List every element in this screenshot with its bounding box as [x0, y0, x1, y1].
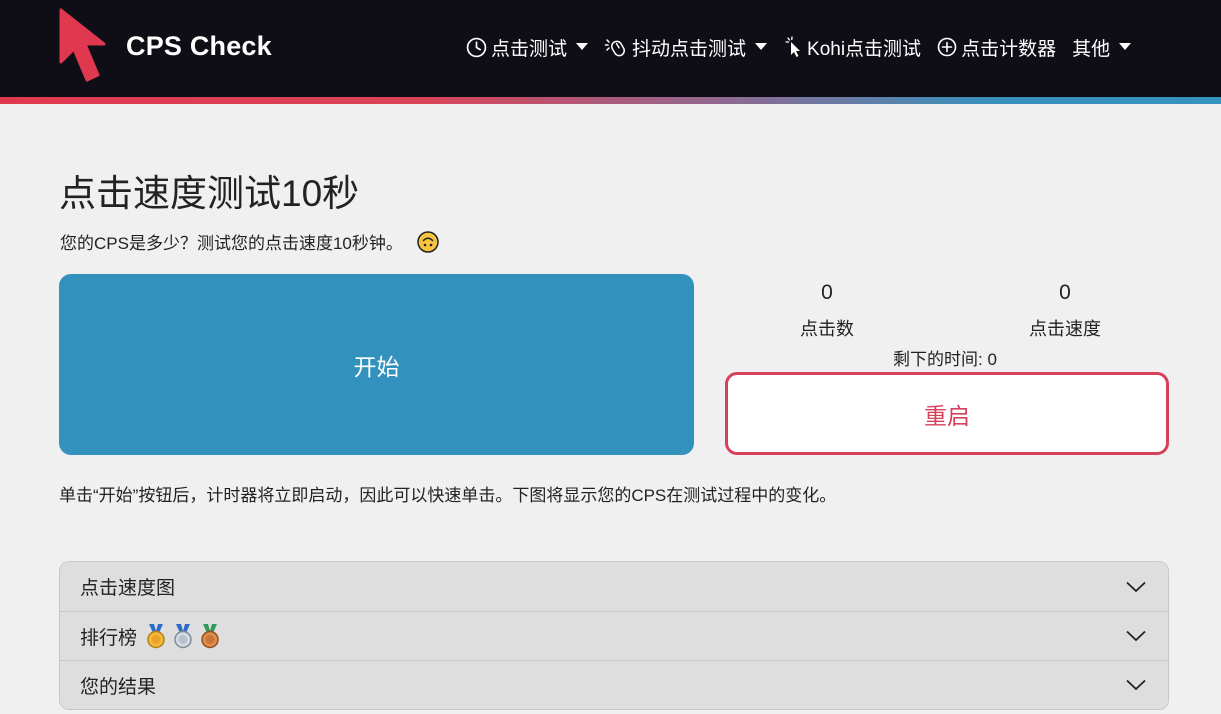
nav-click-counter[interactable]: 点击计数器: [937, 34, 1056, 61]
accordion-item-your-results[interactable]: 您的结果: [60, 660, 1168, 709]
start-button[interactable]: 开始: [59, 274, 694, 455]
nav-kohi-click-test-label: Kohi点击测试: [807, 38, 922, 60]
clicks-label: 点击数: [800, 319, 854, 339]
nav-jitter-click-test-label: 抖动点击测试: [632, 38, 747, 60]
accordion-item-cps-chart[interactable]: 点击速度图: [60, 562, 1168, 611]
clicks-value: 0: [821, 281, 833, 304]
page-subtitle-text: 您的CPS是多少？测试您的点击速度10秒钟。: [60, 234, 403, 253]
accordion-title-leaderboard: 排行榜: [80, 623, 221, 650]
upside-down-face-icon: [417, 230, 439, 253]
navbar: CPS Check 点击测试 抖动点击测试 Kohi点击测试 点击计数器 其他: [0, 0, 1221, 97]
speed-stat: 0 点击速度: [965, 281, 1165, 341]
chevron-down-icon: [1126, 630, 1146, 642]
plus-circle-icon: [937, 37, 957, 57]
chevron-down-icon: [1126, 581, 1146, 592]
speed-label: 点击速度: [1029, 319, 1101, 339]
nav-kohi-click-test[interactable]: Kohi点击测试: [785, 34, 921, 61]
page-title: 点击速度测试10秒: [59, 173, 360, 214]
cursor-click-icon: [785, 36, 801, 57]
brand-link[interactable]: CPS Check: [58, 8, 272, 84]
speed-value: 0: [1059, 281, 1071, 304]
nav-other-label: 其他: [1072, 38, 1111, 60]
accordion-title: 排行榜: [80, 627, 138, 649]
accordion: 点击速度图 排行榜 您的结果: [59, 561, 1169, 710]
caret-down-icon: [576, 43, 589, 50]
nav-click-test[interactable]: 点击测试: [466, 34, 589, 61]
accordion-item-leaderboard[interactable]: 排行榜: [60, 611, 1168, 660]
main-nav: 点击测试 抖动点击测试 Kohi点击测试 点击计数器 其他: [466, 30, 1132, 64]
cursor-logo-icon: [59, 8, 106, 82]
caret-down-icon: [755, 43, 768, 50]
clock-icon: [466, 37, 487, 57]
chevron-down-icon: [1126, 679, 1146, 691]
accordion-title: 点击速度图: [80, 578, 176, 599]
bronze-medal-icon: [201, 624, 219, 649]
restart-button[interactable]: 重启: [725, 372, 1169, 455]
accordion-title: 您的结果: [80, 676, 157, 698]
mouse-vibrate-icon: [604, 39, 626, 57]
remaining-time: 剩下的时间: 0: [893, 350, 997, 369]
brand-name: CPS Check: [126, 30, 272, 61]
nav-click-test-label: 点击测试: [491, 38, 568, 60]
clicks-stat: 0 点击数: [727, 281, 927, 341]
navbar-gradient-stripe: [0, 97, 1221, 104]
nav-click-counter-label: 点击计数器: [961, 38, 1057, 60]
silver-medal-icon: [174, 624, 192, 649]
caret-down-icon: [1119, 43, 1132, 50]
test-description: 单击“开始”按钮后，计时器将立即启动，因此可以快速单击。下图将显示您的CPS在测…: [59, 486, 837, 505]
nav-jitter-click-test[interactable]: 抖动点击测试: [604, 34, 768, 61]
nav-other[interactable]: 其他: [1072, 34, 1132, 61]
page-subtitle: 您的CPS是多少？测试您的点击速度10秒钟。: [60, 229, 439, 254]
gold-medal-icon: [147, 624, 165, 649]
